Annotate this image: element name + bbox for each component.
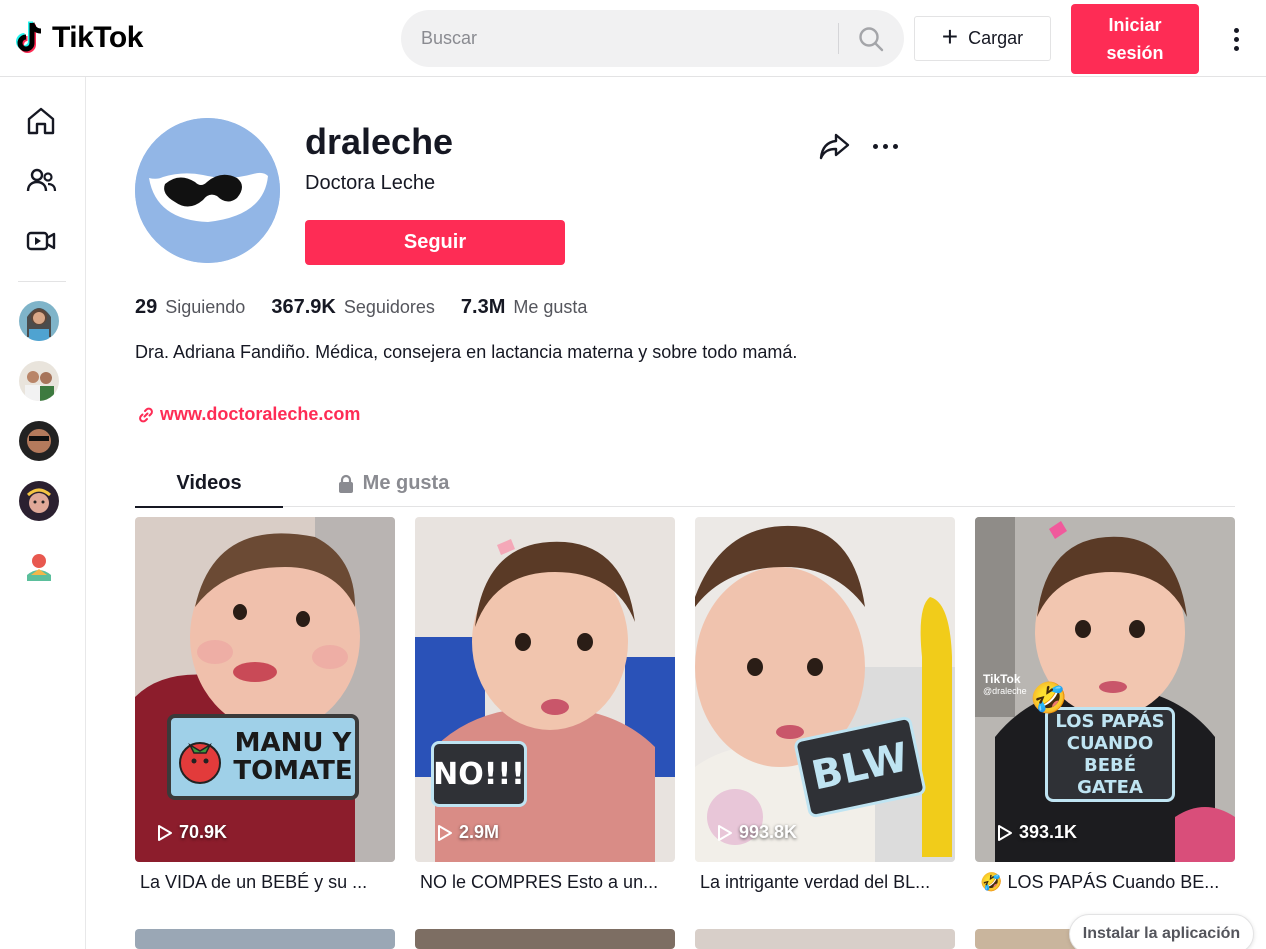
video-thumbnail[interactable] [135, 929, 395, 949]
profile-tabs: Videos Me gusta [135, 460, 1235, 508]
video-thumbnail[interactable]: NO!!! 2.9M [415, 517, 675, 862]
video-caption: La VIDA de un BEBÉ y su ... [140, 872, 368, 892]
followers-count: 367.9K [271, 296, 336, 318]
lock-icon [338, 474, 353, 493]
view-count: 993.8K [717, 822, 797, 843]
video-thumbnail[interactable] [695, 929, 955, 949]
profile-avatar [135, 118, 280, 263]
tiktok-watermark: TikTok @draleche [983, 672, 1027, 696]
video-card[interactable]: BLW 993.8K La intrigante verdad del BL..… [695, 517, 955, 897]
link-icon [139, 407, 153, 422]
likes-label: Me gusta [513, 297, 588, 317]
video-card[interactable] [415, 929, 675, 949]
profile-link-text: www.doctoraleche.com [160, 404, 361, 424]
play-icon [718, 824, 732, 841]
suggested-account-avatar[interactable] [19, 545, 59, 585]
profile-bio: Dra. Adriana Fandiño. Médica, consejera … [135, 342, 798, 362]
play-icon [438, 824, 452, 841]
view-count: 70.9K [157, 822, 227, 843]
top-header: TikTok + Cargar Iniciar sesión [0, 0, 1266, 77]
tab-videos[interactable]: Videos [135, 460, 283, 508]
tiktok-logo[interactable]: TikTok [16, 18, 143, 58]
view-count: 393.1K [997, 822, 1077, 843]
logo-text: TikTok [52, 21, 143, 54]
video-thumbnail[interactable]: TikTok @draleche LOS PAPÁS CUANDO BEBÉ G… [975, 517, 1235, 862]
upload-button[interactable]: + Cargar [914, 16, 1051, 61]
more-options-icon[interactable] [1224, 24, 1248, 54]
video-caption: La intrigante verdad del BL... [700, 872, 931, 892]
following-icon[interactable] [23, 163, 59, 199]
plus-icon: + [941, 21, 959, 52]
tomato-icon [177, 731, 223, 785]
profile-stats: 29 Siguiendo 367.9K Seguidores 7.3M Me g… [135, 296, 613, 319]
followers-label: Seguidores [343, 297, 435, 317]
video-overlay-sticker: LOS PAPÁS CUANDO BEBÉ GATEA [1045, 707, 1175, 802]
video-card[interactable] [135, 929, 395, 949]
tab-videos-label: Videos [176, 472, 242, 494]
search-button[interactable] [851, 20, 891, 57]
video-card[interactable] [695, 929, 955, 949]
watermark-brand: TikTok [983, 672, 1021, 686]
active-tab-indicator [135, 506, 283, 508]
view-count-text: 393.1K [1019, 822, 1078, 842]
suggested-account-avatar[interactable] [19, 421, 59, 461]
nav-divider [18, 281, 66, 282]
view-count-text: 70.9K [179, 822, 228, 842]
suggested-account-avatar[interactable] [19, 361, 59, 401]
video-caption: NO le COMPRES Esto a un... [420, 872, 659, 892]
profile-nickname: Doctora Leche [305, 172, 436, 194]
video-card[interactable]: MANU Y TOMATE 70.9K La VIDA de un BEBÉ y… [135, 517, 395, 897]
live-icon[interactable] [23, 223, 59, 259]
profile-link[interactable]: www.doctoraleche.com [137, 404, 360, 425]
caption-emoji: 🤣 [980, 872, 1003, 892]
tab-liked-label: Me gusta [362, 472, 450, 494]
video-thumbnail[interactable]: MANU Y TOMATE 70.9K [135, 517, 395, 862]
video-card[interactable]: TikTok @draleche LOS PAPÁS CUANDO BEBÉ G… [975, 517, 1235, 897]
view-count-text: 2.9M [459, 822, 500, 842]
profile-username: draleche [305, 121, 454, 162]
upload-label: Cargar [968, 28, 1024, 48]
search-bar [401, 10, 904, 67]
search-divider [838, 23, 839, 54]
suggested-account-avatar[interactable] [19, 481, 59, 521]
following-label: Siguiendo [165, 297, 246, 317]
suggested-account-avatar[interactable] [19, 301, 59, 341]
left-sidebar [0, 77, 86, 949]
search-input[interactable] [421, 10, 831, 67]
share-icon[interactable] [818, 130, 852, 162]
laughing-emoji-icon: 🤣 [1030, 682, 1068, 715]
video-card[interactable]: NO!!! 2.9M NO le COMPRES Esto a un... [415, 517, 675, 897]
video-thumbnail[interactable]: BLW 993.8K [695, 517, 955, 862]
video-caption: 🤣 LOS PAPÁS Cuando BE... [980, 872, 1235, 893]
follow-button[interactable]: Seguir [305, 220, 565, 265]
likes-count: 7.3M [460, 296, 506, 318]
install-app-button[interactable]: Instalar la aplicación [1069, 914, 1254, 949]
home-icon[interactable] [23, 103, 59, 139]
following-count: 29 [135, 296, 158, 318]
caption-text: LOS PAPÁS Cuando BE... [1007, 872, 1220, 892]
play-icon [158, 824, 172, 841]
tab-liked[interactable]: Me gusta [323, 460, 463, 507]
video-overlay-sticker: NO!!! [431, 741, 527, 807]
view-count: 2.9M [437, 822, 499, 843]
more-actions-icon[interactable] [868, 136, 902, 156]
tiktok-note-icon [16, 20, 48, 56]
watermark-user: @draleche [983, 686, 1027, 696]
play-icon [998, 824, 1012, 841]
view-count-text: 993.8K [739, 822, 798, 842]
login-button[interactable]: Iniciar sesión [1071, 4, 1199, 74]
search-icon [859, 26, 884, 51]
video-thumbnail[interactable] [415, 929, 675, 949]
